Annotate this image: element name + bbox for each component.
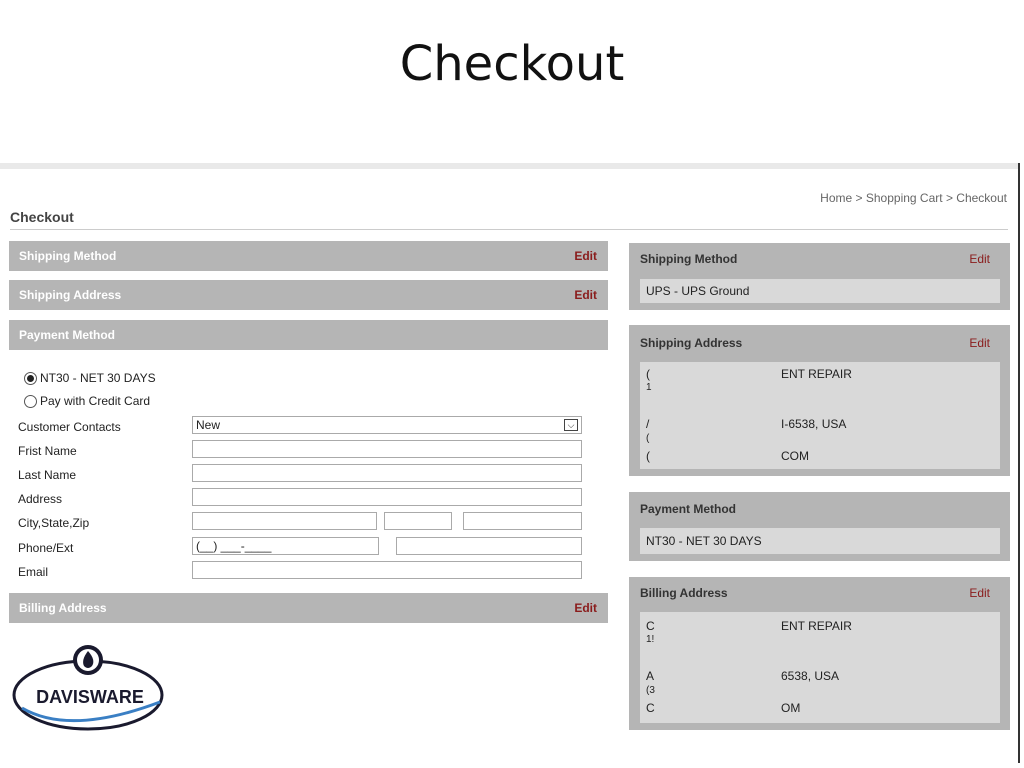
- address-line: ENT REPAIR: [781, 367, 852, 381]
- address-label: Address: [18, 492, 63, 506]
- summary-shipping-method-panel: Shipping Method Edit UPS - UPS Ground: [629, 243, 1010, 310]
- address-line: (3: [646, 685, 655, 696]
- summary-shipping-method-edit-link[interactable]: Edit: [969, 252, 990, 266]
- slide-title: Checkout: [399, 36, 625, 92]
- address-line: /: [646, 417, 650, 431]
- phone-ext-label: Phone/Ext: [18, 541, 74, 555]
- heading-divider: [10, 229, 1008, 230]
- billing-address-box: C 1! A (3 C ENT REPAIR 6538, USA OM: [640, 612, 1000, 723]
- payment-option-label: Pay with Credit Card: [40, 394, 151, 408]
- payment-option-nt30[interactable]: NT30 - NET 30 DAYS: [24, 371, 156, 385]
- phone-mask: (__) ___-____: [196, 539, 272, 553]
- chevron-down-icon[interactable]: ⌵: [564, 419, 578, 431]
- summary-shipping-method-box: UPS - UPS Ground: [640, 279, 1000, 303]
- address-line: 1!: [646, 634, 655, 645]
- address-line: OM: [781, 701, 801, 715]
- summary-billing-address-edit-link[interactable]: Edit: [969, 586, 990, 600]
- summary-billing-address-panel: Billing Address Edit C 1! A (3 C ENT REP…: [629, 577, 1010, 730]
- zip-input[interactable]: [463, 512, 582, 530]
- shipping-method-title: Shipping Method: [19, 249, 117, 263]
- frame-top-border: [0, 163, 1020, 169]
- payment-option-label: NT30 - NET 30 DAYS: [40, 371, 156, 385]
- summary-shipping-method-title: Shipping Method: [640, 252, 738, 266]
- customer-contacts-select[interactable]: New ⌵: [192, 416, 582, 434]
- last-name-label: Last Name: [18, 468, 77, 482]
- breadcrumb-home[interactable]: Home: [820, 191, 852, 205]
- payment-method-title: Payment Method: [19, 328, 116, 342]
- shipping-method-bar[interactable]: Shipping Method Edit: [9, 241, 608, 271]
- address-input[interactable]: [192, 488, 582, 506]
- payment-method-bar[interactable]: Payment Method: [9, 320, 608, 350]
- address-line: 1: [646, 382, 652, 393]
- radio-unselected-icon[interactable]: [24, 394, 37, 408]
- breadcrumb-cart[interactable]: Shopping Cart: [866, 191, 943, 205]
- shipping-address-title: Shipping Address: [19, 288, 122, 302]
- address-line: ENT REPAIR: [781, 619, 852, 633]
- summary-payment-method-title: Payment Method: [640, 502, 737, 516]
- last-name-input[interactable]: [192, 464, 582, 482]
- address-line: COM: [781, 449, 809, 463]
- breadcrumb-separator: >: [855, 191, 863, 205]
- billing-address-title: Billing Address: [19, 601, 107, 615]
- breadcrumb: Home > Shopping Cart > Checkout: [700, 191, 1007, 205]
- logo-text: DAVISWARE: [36, 687, 144, 707]
- payment-method-value: NT30 - NET 30 DAYS: [646, 534, 762, 548]
- breadcrumb-current: Checkout: [956, 191, 1007, 205]
- phone-ext-input[interactable]: [396, 537, 582, 555]
- city-input[interactable]: [192, 512, 377, 530]
- billing-address-edit-link[interactable]: Edit: [574, 601, 597, 615]
- shipping-address-bar[interactable]: Shipping Address Edit: [9, 280, 608, 310]
- shipping-method-edit-link[interactable]: Edit: [574, 249, 597, 263]
- first-name-label: Frist Name: [18, 444, 77, 458]
- address-line: A: [646, 669, 655, 683]
- shipping-method-value: UPS - UPS Ground: [646, 284, 750, 298]
- city-state-zip-label: City,State,Zip: [18, 516, 90, 530]
- summary-payment-method-panel: Payment Method NT30 - NET 30 DAYS: [629, 492, 1010, 561]
- email-input[interactable]: [192, 561, 582, 579]
- davisware-logo: DAVISWARE: [12, 645, 164, 731]
- summary-payment-method-box: NT30 - NET 30 DAYS: [640, 528, 1000, 554]
- address-line: I-6538, USA: [781, 417, 847, 431]
- summary-shipping-address-edit-link[interactable]: Edit: [969, 336, 990, 350]
- phone-input[interactable]: (__) ___-____: [192, 537, 379, 555]
- billing-address-bar[interactable]: Billing Address Edit: [9, 593, 608, 623]
- customer-contacts-value: New: [196, 418, 221, 432]
- summary-shipping-address-title: Shipping Address: [640, 336, 743, 350]
- breadcrumb-separator: >: [945, 191, 953, 205]
- page-heading: Checkout: [10, 209, 74, 225]
- summary-billing-address-title: Billing Address: [640, 586, 728, 600]
- radio-selected-icon[interactable]: [24, 371, 37, 385]
- customer-contacts-label: Customer Contacts: [18, 420, 121, 434]
- address-line: (: [646, 433, 650, 444]
- email-label: Email: [18, 565, 49, 579]
- state-input[interactable]: [384, 512, 452, 530]
- frame-right-border: [1018, 163, 1020, 763]
- address-line: (: [646, 449, 650, 463]
- first-name-input[interactable]: [192, 440, 582, 458]
- address-line: 6538, USA: [781, 669, 840, 683]
- address-line: (: [646, 367, 650, 381]
- shipping-address-edit-link[interactable]: Edit: [574, 288, 597, 302]
- shipping-address-box: ( 1 / ( ( ENT REPAIR I-6538, USA COM: [640, 362, 1000, 469]
- payment-option-credit-card[interactable]: Pay with Credit Card: [24, 394, 150, 408]
- summary-shipping-address-panel: Shipping Address Edit ( 1 / ( ( ENT REPA…: [629, 325, 1010, 476]
- address-line: C: [646, 619, 655, 633]
- address-line: C: [646, 701, 655, 715]
